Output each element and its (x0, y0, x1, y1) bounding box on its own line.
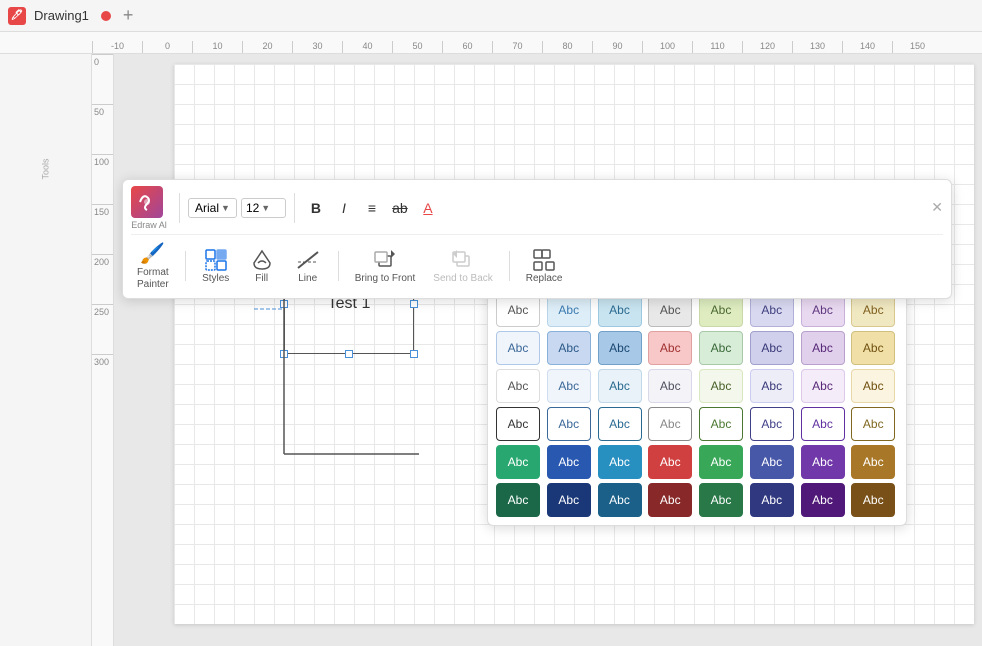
style-cell[interactable]: Abc (496, 407, 540, 441)
style-cell[interactable]: Abc (496, 445, 540, 479)
floating-toolbar: Edraw Al Arial ▼ 12 ▼ B I (122, 179, 952, 299)
style-cell[interactable]: Abc (699, 331, 743, 365)
app-logo: 🖊 (8, 7, 26, 25)
handle-mid-right[interactable] (410, 300, 418, 308)
bring-front-button[interactable]: Bring to Front (349, 246, 422, 286)
style-grid: AbcAbcAbcAbcAbcAbcAbcAbcAbcAbcAbcAbcAbcA… (496, 293, 898, 517)
style-cell[interactable]: Abc (699, 483, 743, 517)
font-size-value: 12 (246, 201, 259, 215)
bring-front-icon (373, 248, 397, 272)
style-cell[interactable]: Abc (801, 407, 845, 441)
style-panel: AbcAbcAbcAbcAbcAbcAbcAbcAbcAbcAbcAbcAbcA… (487, 284, 907, 526)
style-cell[interactable]: Abc (801, 483, 845, 517)
send-back-icon (451, 248, 475, 272)
sep4 (338, 251, 339, 281)
sep5 (509, 251, 510, 281)
style-cell[interactable]: Abc (547, 369, 591, 403)
new-tab-button[interactable]: + (123, 5, 134, 26)
style-cell[interactable]: Abc (648, 331, 692, 365)
font-family-value: Arial (195, 201, 219, 215)
style-cell[interactable]: Abc (648, 483, 692, 517)
format-painter-icon: 🖌️ (140, 241, 165, 266)
style-cell[interactable]: Abc (547, 445, 591, 479)
toolbar-main-row: 🖌️ Format Painter Styles (131, 235, 943, 292)
fill-icon (250, 248, 274, 272)
sep2 (294, 193, 295, 223)
main-area: Tools 050100150200250300 ↻ Test 1 (0, 54, 982, 646)
font-family-chevron: ▼ (221, 203, 230, 213)
ruler-left: 050100150200250300 (92, 54, 114, 646)
toolbar-top-row: Edraw Al Arial ▼ 12 ▼ B I (131, 186, 943, 235)
font-size-select[interactable]: 12 ▼ (241, 198, 286, 218)
line-icon (296, 248, 320, 272)
line-label: Line (298, 273, 317, 284)
style-cell[interactable]: Abc (801, 369, 845, 403)
style-cell[interactable]: Abc (750, 331, 794, 365)
handle-bot-right[interactable] (410, 350, 418, 358)
app-title: Drawing1 (34, 8, 89, 23)
title-bar: 🖊 Drawing1 + (0, 0, 982, 32)
sep1 (179, 193, 180, 223)
style-cell[interactable]: Abc (851, 483, 895, 517)
style-cell[interactable]: Abc (851, 407, 895, 441)
style-cell[interactable]: Abc (547, 331, 591, 365)
bold-button[interactable]: B (303, 195, 329, 221)
style-cell[interactable]: Abc (496, 483, 540, 517)
styles-label: Styles (202, 273, 229, 284)
align-button[interactable]: ≡ (359, 195, 385, 221)
send-back-label: Send to Back (433, 273, 492, 284)
font-family-select[interactable]: Arial ▼ (188, 198, 237, 218)
font-color-button[interactable]: A (415, 195, 441, 221)
style-cell[interactable]: Abc (648, 407, 692, 441)
fill-button[interactable]: Fill (242, 246, 282, 286)
style-cell[interactable]: Abc (598, 369, 642, 403)
style-cell[interactable]: Abc (851, 331, 895, 365)
format-buttons: B I ≡ ab A (303, 195, 441, 221)
style-cell[interactable]: Abc (851, 445, 895, 479)
line-button[interactable]: Line (288, 246, 328, 286)
style-cell[interactable]: Abc (801, 445, 845, 479)
replace-button[interactable]: Replace (520, 246, 569, 286)
style-cell[interactable]: Abc (547, 407, 591, 441)
style-cell[interactable]: Abc (699, 369, 743, 403)
style-cell[interactable]: Abc (648, 369, 692, 403)
style-cell[interactable]: Abc (750, 483, 794, 517)
handle-bot-left[interactable] (280, 350, 288, 358)
style-cell[interactable]: Abc (699, 445, 743, 479)
format-painter-button[interactable]: 🖌️ Format Painter (131, 239, 175, 292)
edraw-logo (131, 186, 163, 218)
send-back-button[interactable]: Send to Back (427, 246, 498, 286)
style-cell[interactable]: Abc (750, 445, 794, 479)
style-cell[interactable]: Abc (598, 331, 642, 365)
style-cell[interactable]: Abc (598, 407, 642, 441)
style-cell[interactable]: Abc (598, 483, 642, 517)
bring-front-label: Bring to Front (355, 273, 416, 284)
font-size-chevron: ▼ (261, 203, 270, 213)
style-cell[interactable]: Abc (750, 369, 794, 403)
unsaved-indicator (101, 11, 111, 21)
style-cell[interactable]: Abc (699, 407, 743, 441)
handle-mid-left[interactable] (280, 300, 288, 308)
style-cell[interactable]: Abc (547, 483, 591, 517)
pin-button[interactable]: ✕ (931, 199, 943, 217)
style-cell[interactable]: Abc (598, 445, 642, 479)
style-cell[interactable]: Abc (750, 407, 794, 441)
replace-icon (532, 248, 556, 272)
styles-button[interactable]: Styles (196, 246, 236, 286)
style-cell[interactable]: Abc (801, 331, 845, 365)
edraw-label: Edraw Al (131, 220, 167, 230)
fill-label: Fill (255, 273, 268, 284)
strikethrough-button[interactable]: ab (387, 195, 413, 221)
style-cell[interactable]: Abc (851, 369, 895, 403)
style-cell[interactable]: Abc (496, 369, 540, 403)
handle-bot-center[interactable] (345, 350, 353, 358)
styles-icon (204, 248, 228, 272)
replace-label: Replace (526, 273, 563, 284)
sep3 (185, 251, 186, 281)
italic-button[interactable]: I (331, 195, 357, 221)
style-cell[interactable]: Abc (648, 445, 692, 479)
style-cell[interactable]: Abc (496, 331, 540, 365)
left-sidebar: Tools (0, 54, 92, 646)
ruler-top: -100102030405060708090100110120130140150 (0, 32, 982, 54)
